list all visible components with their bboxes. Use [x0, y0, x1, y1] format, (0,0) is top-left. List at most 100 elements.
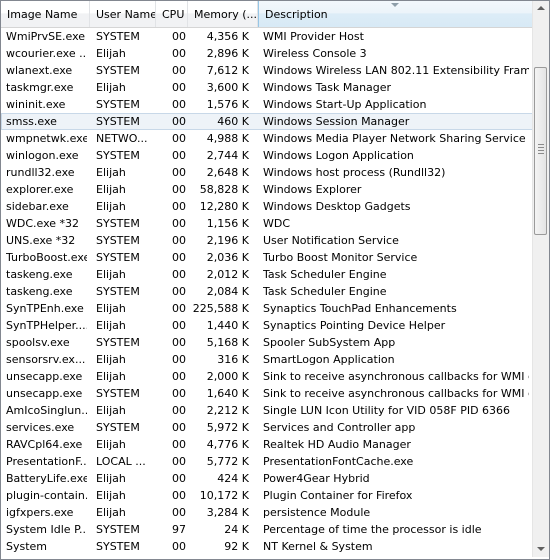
process-image-name: System Idle P... — [6, 523, 87, 536]
process-memory: 1,576 K — [206, 98, 249, 111]
process-row[interactable]: taskeng.exe SYSTEM 00 2,084 K Task Scheduler… — [1, 283, 533, 300]
process-row[interactable]: WmiPrvSE.exe SYSTEM 00 4,356 K WMI Provider … — [1, 28, 533, 45]
process-row[interactable]: WDC.exe *32 SYSTEM 00 1,156 K WDC — [1, 215, 533, 232]
process-row[interactable]: unsecapp.exe SYSTEM 00 1,640 K Sink to recei… — [1, 385, 533, 402]
process-description: Turbo Boost Monitor Service — [263, 251, 418, 264]
process-user-name: SYSTEM — [96, 30, 140, 43]
process-description: Plugin Container for Firefox — [263, 489, 413, 502]
process-cpu: 00 — [172, 370, 186, 383]
process-user-name: SYSTEM — [96, 217, 140, 230]
process-image-name: taskeng.exe — [6, 268, 73, 281]
process-memory: 1,440 K — [206, 319, 249, 332]
process-description: Task Scheduler Engine — [263, 285, 387, 298]
process-row[interactable]: TurboBoost.exe SYSTEM 00 2,036 K Turbo Boost… — [1, 249, 533, 266]
scroll-up-button[interactable] — [533, 1, 549, 17]
process-description: Single LUN Icon Utility for VID 058F PID… — [263, 404, 511, 417]
process-memory: 12,280 K — [199, 200, 249, 213]
process-description: Wireless Console 3 — [263, 47, 367, 60]
process-row[interactable]: SynTPHelper.... Elijah 00 1,440 K Synaptics … — [1, 317, 533, 334]
process-row[interactable]: BatteryLife.exe Elijah 00 424 K Power4Gear H… — [1, 470, 533, 487]
process-row[interactable]: smss.exe SYSTEM 00 460 K Windows Session Man… — [1, 113, 533, 130]
process-user-name: Elijah — [96, 489, 126, 502]
process-user-name: SYSTEM — [96, 387, 140, 400]
process-memory: 1,156 K — [206, 217, 249, 230]
process-cpu: 00 — [172, 183, 186, 196]
scroll-down-button[interactable] — [533, 541, 549, 557]
process-row[interactable]: explorer.exe Elijah 00 58,828 K Windows Expl… — [1, 181, 533, 198]
process-memory: 5,168 K — [206, 336, 249, 349]
process-cpu: 00 — [172, 217, 186, 230]
process-row[interactable]: wcourier.exe ... Elijah 00 2,896 K Wireless … — [1, 45, 533, 62]
column-header-user-name[interactable]: User Name — [90, 1, 156, 27]
process-cpu: 00 — [172, 319, 186, 332]
column-header-memory[interactable]: Memory (... — [188, 1, 258, 27]
process-image-name: taskeng.exe — [6, 285, 73, 298]
sort-descending-icon — [391, 3, 399, 7]
process-description: Sink to receive asynchronous callbacks f… — [263, 370, 529, 383]
process-user-name: SYSTEM — [96, 336, 140, 349]
process-cpu: 00 — [172, 506, 186, 519]
process-user-name: Elijah — [96, 183, 126, 196]
column-header-cpu[interactable]: CPU — [156, 1, 188, 27]
process-memory: 2,012 K — [206, 268, 249, 281]
process-row[interactable]: PresentationF... LOCAL ... 00 5,772 K Presen… — [1, 453, 533, 470]
process-row[interactable]: rundll32.exe Elijah 00 2,648 K Windows host … — [1, 164, 533, 181]
process-row[interactable]: services.exe SYSTEM 00 5,972 K Services and … — [1, 419, 533, 436]
process-image-name: PresentationF... — [6, 455, 87, 468]
process-row[interactable]: sidebar.exe Elijah 00 12,280 K Windows Deskt… — [1, 198, 533, 215]
process-row[interactable]: igfxpers.exe Elijah 00 3,284 K persistence M… — [1, 504, 533, 521]
grip-line — [538, 144, 544, 145]
process-row[interactable]: taskeng.exe Elijah 00 2,012 K Task Scheduler… — [1, 266, 533, 283]
process-row[interactable]: System SYSTEM 00 92 K NT Kernel & System — [1, 538, 533, 555]
process-row[interactable]: wmpnetwk.exe NETWO... 00 4,988 K Windows Med… — [1, 130, 533, 147]
process-row[interactable]: System Idle P... SYSTEM 97 24 K Percentage o… — [1, 521, 533, 538]
process-description: Windows Start-Up Application — [263, 98, 427, 111]
process-user-name: SYSTEM — [96, 251, 140, 264]
process-memory: 7,612 K — [206, 64, 249, 77]
process-description: Windows host process (Rundll32) — [263, 166, 446, 179]
process-row[interactable]: RAVCpl64.exe Elijah 00 4,776 K Realtek HD Au… — [1, 436, 533, 453]
column-header-image-name[interactable]: Image Name — [1, 1, 90, 27]
process-user-name: Elijah — [96, 200, 126, 213]
process-cpu: 00 — [172, 489, 186, 502]
process-image-name: wlanext.exe — [6, 64, 73, 77]
process-image-name: UNS.exe *32 — [6, 234, 76, 247]
process-description: Realtek HD Audio Manager — [263, 438, 411, 451]
process-row[interactable]: sensorsrv.ex... Elijah 00 316 K SmartLogon A… — [1, 351, 533, 368]
process-row[interactable]: wininit.exe SYSTEM 00 1,576 K Windows Start-… — [1, 96, 533, 113]
process-user-name: Elijah — [96, 404, 126, 417]
process-cpu: 00 — [172, 455, 186, 468]
process-description: Synaptics TouchPad Enhancements — [263, 302, 457, 315]
process-user-name: SYSTEM — [96, 149, 140, 162]
scrollbar-thumb[interactable] — [534, 67, 547, 235]
vertical-scrollbar[interactable] — [532, 1, 549, 557]
process-row[interactable]: SynTPEnh.exe Elijah 00 225,588 K Synaptics T… — [1, 300, 533, 317]
process-description: PresentationFontCache.exe — [263, 455, 414, 468]
process-user-name: Elijah — [96, 472, 126, 485]
process-memory: 225,588 K — [192, 302, 249, 315]
process-cpu: 00 — [172, 336, 186, 349]
process-row[interactable]: UNS.exe *32 SYSTEM 00 2,196 K User Notificat… — [1, 232, 533, 249]
process-row[interactable]: wlanext.exe SYSTEM 00 7,612 K Windows Wirele… — [1, 62, 533, 79]
process-image-name: services.exe — [6, 421, 75, 434]
process-user-name: Elijah — [96, 166, 126, 179]
process-row[interactable]: spoolsv.exe SYSTEM 00 5,168 K Spooler SubSys… — [1, 334, 533, 351]
process-row[interactable]: taskmgr.exe Elijah 00 3,600 K Windows Task M… — [1, 79, 533, 96]
process-row[interactable]: unsecapp.exe Elijah 00 2,000 K Sink to recei… — [1, 368, 533, 385]
process-image-name: spoolsv.exe — [6, 336, 70, 349]
arrow-down-icon — [537, 547, 545, 551]
process-user-name: Elijah — [96, 302, 126, 315]
process-cpu: 00 — [172, 166, 186, 179]
column-header-bar: Image Name User Name CPU Memory (... Des… — [1, 1, 533, 28]
process-user-name: Elijah — [96, 319, 126, 332]
process-image-name: AmIcoSinglun... — [6, 404, 87, 417]
process-memory: 460 K — [217, 115, 249, 128]
process-image-name: igfxpers.exe — [6, 506, 74, 519]
process-user-name: LOCAL ... — [96, 455, 146, 468]
process-memory: 424 K — [217, 472, 249, 485]
process-memory: 1,640 K — [206, 387, 249, 400]
process-image-name: sidebar.exe — [6, 200, 69, 213]
process-row[interactable]: AmIcoSinglun... Elijah 00 2,212 K Single LUN… — [1, 402, 533, 419]
process-row[interactable]: plugin-contain... Elijah 00 10,172 K Plugin … — [1, 487, 533, 504]
process-row[interactable]: winlogon.exe SYSTEM 00 2,744 K Windows Logon… — [1, 147, 533, 164]
